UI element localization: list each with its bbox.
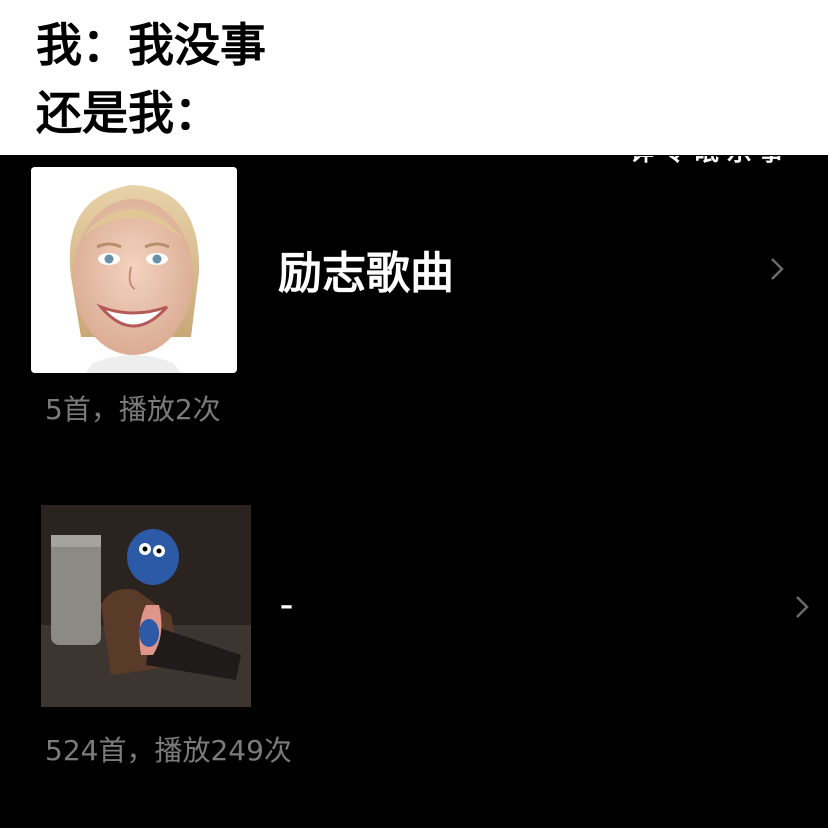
meme-caption: 我：我没事 还是我： <box>0 0 828 155</box>
playlist-meta: 5首，播放2次 <box>45 393 221 426</box>
chevron-right-icon <box>771 258 784 280</box>
caption-line-1: 我：我没事 <box>36 18 266 72</box>
slumped-cookie-monster-photo-icon <box>41 505 251 707</box>
chevron-right-icon <box>796 596 809 618</box>
smiling-woman-photo-icon <box>31 167 237 373</box>
playlist-cover-smiling-woman <box>31 167 237 373</box>
playlist-title: – <box>280 591 293 621</box>
playlist-meta: 524首，播放249次 <box>45 734 292 767</box>
playlist-item[interactable]: 励志歌曲 5首，播放2次 <box>0 166 828 436</box>
caption-line-2: 还是我： <box>36 86 220 140</box>
playlist-cover-slumped-figure <box>41 505 251 707</box>
playlist-item[interactable]: – 524首，播放249次 <box>0 503 828 783</box>
playlist-title: 励志歌曲 <box>278 248 454 299</box>
